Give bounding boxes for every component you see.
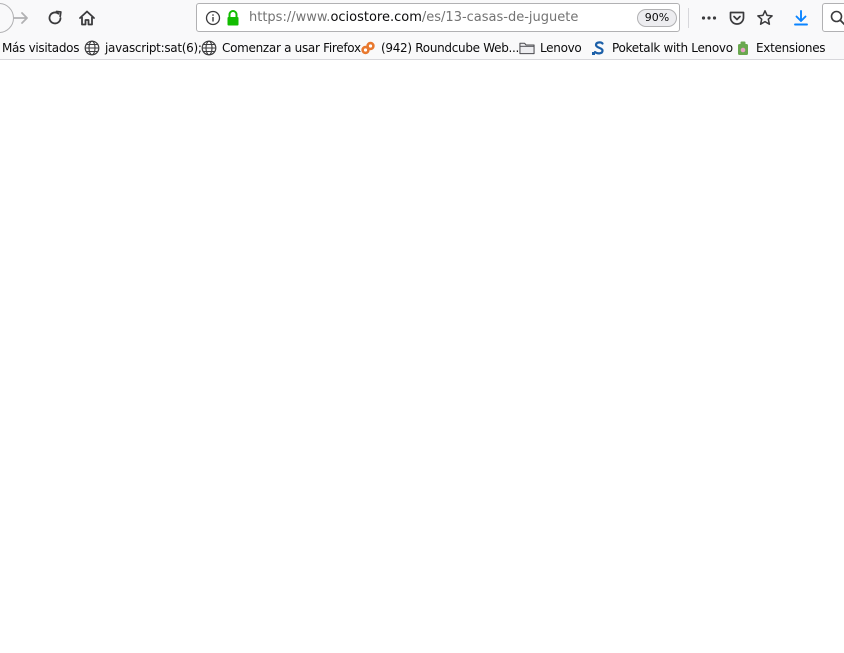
bookmark-comenzar-firefox[interactable]: Comenzar a usar Firefox: [201, 36, 361, 60]
zoom-reset-button[interactable]: 90%: [637, 9, 677, 27]
url-bar[interactable]: https://www.ociostore.com/es/13-casas-de…: [196, 3, 680, 32]
downloads-button[interactable]: [788, 5, 814, 31]
page-content: [0, 60, 844, 653]
reload-button[interactable]: [42, 5, 68, 31]
roundcube-icon: [360, 40, 376, 56]
bookmark-star-button[interactable]: [752, 5, 778, 31]
secure-lock-icon[interactable]: [225, 9, 241, 27]
poketalk-icon: [591, 40, 607, 56]
toolbar-separator: [688, 8, 689, 28]
star-icon: [757, 10, 773, 25]
pocket-icon: [729, 11, 745, 25]
navigation-toolbar: https://www.ociostore.com/es/13-casas-de…: [0, 0, 844, 36]
globe-icon: [84, 40, 100, 56]
home-button[interactable]: [74, 5, 100, 31]
page-actions-button[interactable]: [696, 5, 722, 31]
bookmark-label: (942) Roundcube Web...: [381, 41, 520, 55]
pocket-button[interactable]: [724, 5, 750, 31]
url-text[interactable]: https://www.ociostore.com/es/13-casas-de…: [249, 10, 578, 25]
url-domain: ociostore.com: [330, 10, 422, 25]
more-dots-icon: [701, 16, 717, 20]
url-prefix: https://www.: [249, 10, 331, 25]
site-info-icon[interactable]: [205, 10, 221, 26]
search-icon: [830, 10, 844, 26]
bookmark-label: Lenovo: [540, 41, 582, 55]
forward-arrow-icon: [13, 12, 28, 24]
search-bar[interactable]: [822, 3, 844, 32]
url-path: /es/13-casas-de-juguete: [421, 10, 579, 25]
bookmark-roundcube[interactable]: (942) Roundcube Web...: [360, 36, 519, 60]
download-arrow-icon: [794, 10, 808, 26]
bookmark-label: Extensiones: [756, 41, 826, 55]
globe-icon: [201, 40, 217, 56]
bookmark-label: Poketalk with Lenovo: [612, 41, 733, 55]
home-icon: [79, 10, 95, 26]
bookmark-extensiones[interactable]: Extensiones: [735, 36, 826, 60]
bookmark-label: Comenzar a usar Firefox: [222, 41, 361, 55]
folder-icon: [519, 40, 535, 56]
bookmark-most-visited[interactable]: Más visitados: [2, 36, 79, 60]
bookmark-folder-lenovo[interactable]: Lenovo: [519, 36, 582, 60]
forward-button[interactable]: [8, 5, 34, 31]
reload-icon: [48, 10, 62, 25]
bookmark-label: javascript:sat(6);: [105, 41, 202, 55]
extensions-icon: [735, 40, 751, 56]
bookmark-poketalk[interactable]: Poketalk with Lenovo: [591, 36, 733, 60]
bookmarks-toolbar: Más visitados javascript:sat(6); Comenza…: [0, 36, 844, 60]
bookmark-label: Más visitados: [2, 41, 80, 55]
bookmark-javascript-sat[interactable]: javascript:sat(6);: [84, 36, 202, 60]
